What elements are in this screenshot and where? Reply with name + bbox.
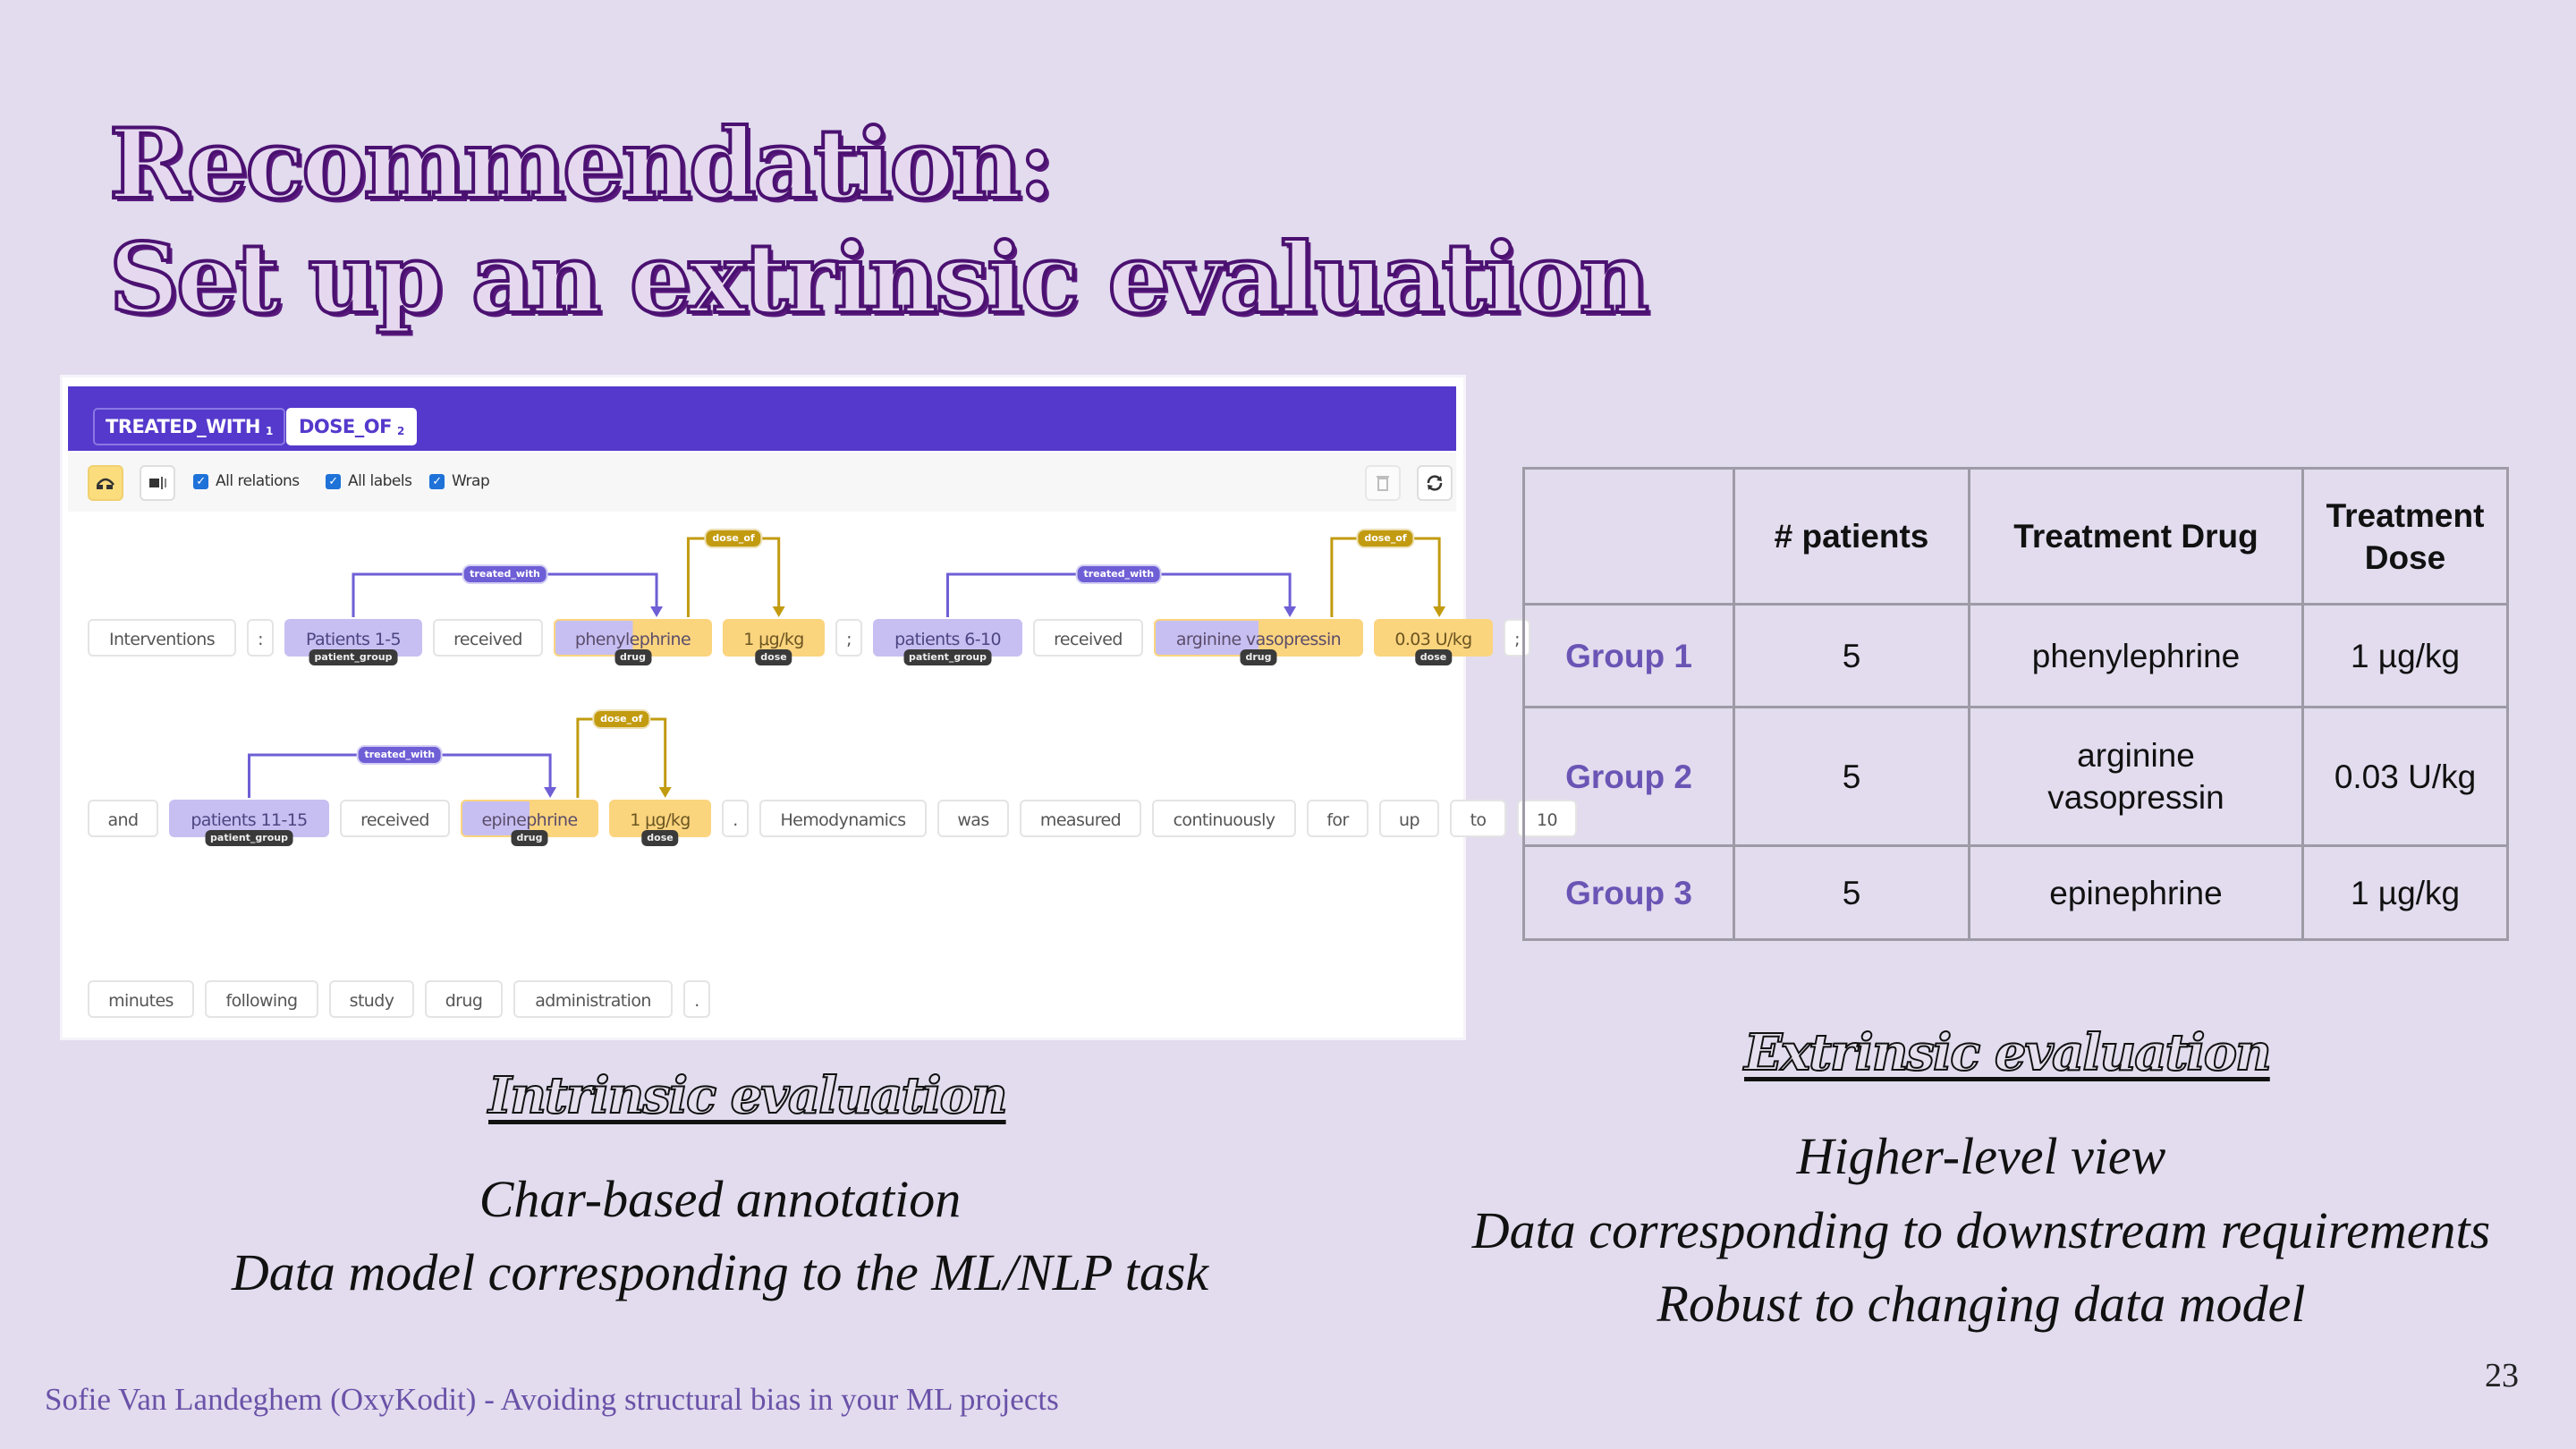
relation-label-dose-of[interactable]: dose_of xyxy=(592,709,651,729)
token[interactable]: received xyxy=(340,800,450,837)
token[interactable]: up xyxy=(1379,800,1439,837)
relation-mode-icon xyxy=(97,478,114,489)
token[interactable]: . xyxy=(722,800,749,837)
annotation-tool-screenshot: TREATED_WITH 1 DOSE_OF 2 ✓ All relations ✓ A… xyxy=(63,377,1577,1038)
entity-label-badge: dose xyxy=(1414,649,1453,665)
reset-button[interactable] xyxy=(1417,465,1453,501)
group-cell: Group 2 xyxy=(1522,706,1735,847)
token[interactable]: and xyxy=(88,800,158,837)
tab-dose-of[interactable]: DOSE_OF 2 xyxy=(286,408,417,445)
title-line-2: Set up an extrinsic evaluation xyxy=(107,221,1651,337)
trash-icon xyxy=(1377,476,1389,491)
extrinsic-point: Robust to changing data model xyxy=(1657,1275,2306,1333)
extrinsic-heading: Extrinsic evaluation xyxy=(1743,1022,2273,1083)
relation-label-dose-of[interactable]: dose_of xyxy=(1356,529,1415,548)
token[interactable]: received xyxy=(1033,619,1143,657)
drug-cell: arginine vasopressin xyxy=(1968,706,2304,847)
table-row: Group 2 5 arginine vasopressin 0.03 U/kg xyxy=(1522,706,2509,847)
relation-arc-dose-of[interactable] xyxy=(1330,537,1441,617)
relation-tab-bar: TREATED_WITH 1 DOSE_OF 2 xyxy=(68,386,1456,451)
patients-cell: 5 xyxy=(1733,706,1970,847)
token[interactable]: following xyxy=(205,980,318,1018)
header-patients: # patients xyxy=(1733,467,1970,606)
wrap-checkbox[interactable]: ✓ Wrap xyxy=(429,472,490,490)
token[interactable]: . xyxy=(683,980,710,1018)
token[interactable]: minutes xyxy=(88,980,194,1018)
table-row: Group 3 5 epinephrine 1 µg/kg xyxy=(1522,844,2509,941)
entity-label-badge: drug xyxy=(614,649,652,665)
group-cell: Group 1 xyxy=(1522,603,1735,708)
entity-label-badge: dose xyxy=(641,830,679,846)
patients-cell: 5 xyxy=(1733,844,1970,941)
token[interactable]: administration xyxy=(513,980,673,1018)
drug-cell: epinephrine xyxy=(1968,844,2304,941)
entity-label-badge: patient_group xyxy=(903,649,992,665)
token[interactable]: received xyxy=(433,619,543,657)
relation-label-treated-with[interactable]: treated_with xyxy=(462,564,548,584)
entity-label-badge: patient_group xyxy=(205,830,293,846)
entity-label-badge: drug xyxy=(1240,649,1277,665)
delete-button[interactable] xyxy=(1365,465,1401,501)
arrowhead-icon xyxy=(650,606,664,617)
table-header-row: # patients Treatment Drug Treatment Dose xyxy=(1522,467,2509,606)
token[interactable]: : xyxy=(247,619,274,657)
header-empty xyxy=(1522,467,1735,606)
arrowhead-icon xyxy=(544,787,557,798)
token[interactable]: to xyxy=(1450,800,1506,837)
checkbox-checked-icon: ✓ xyxy=(193,473,208,489)
arrowhead-icon xyxy=(772,606,785,617)
token[interactable]: ; xyxy=(835,619,862,657)
results-table: # patients Treatment Drug Treatment Dose… xyxy=(1522,467,2509,941)
extrinsic-point: Data corresponding to downstream require… xyxy=(1471,1201,2491,1259)
arrowhead-icon xyxy=(1433,606,1446,617)
refresh-icon xyxy=(1427,475,1443,491)
header-drug: Treatment Drug xyxy=(1968,467,2304,606)
patients-cell: 5 xyxy=(1733,603,1970,708)
entity-label-badge: patient_group xyxy=(309,649,398,665)
arrowhead-icon xyxy=(658,787,672,798)
token[interactable]: for xyxy=(1307,800,1368,837)
checkbox-checked-icon: ✓ xyxy=(326,473,341,489)
page-number: 23 xyxy=(2485,1357,2519,1394)
table-row: Group 1 5 phenylephrine 1 µg/kg xyxy=(1522,603,2509,708)
token[interactable]: continuously xyxy=(1152,800,1296,837)
checkbox-checked-icon: ✓ xyxy=(429,473,445,489)
relation-mode-button[interactable] xyxy=(88,465,123,501)
token[interactable]: Hemodynamics xyxy=(759,800,927,837)
token[interactable]: drug xyxy=(425,980,503,1018)
token[interactable]: study xyxy=(329,980,414,1018)
token[interactable]: measured xyxy=(1020,800,1141,837)
annotation-toolbar: ✓ All relations ✓ All labels ✓ Wrap xyxy=(68,453,1456,512)
dose-cell: 0.03 U/kg xyxy=(2301,706,2509,847)
relation-label-treated-with[interactable]: treated_with xyxy=(1075,564,1163,584)
intrinsic-heading: Intrinsic evaluation xyxy=(487,1065,1009,1126)
entity-label-badge: dose xyxy=(755,649,792,665)
extrinsic-point: Higher-level view xyxy=(1796,1127,2166,1185)
relation-arc-dose-of[interactable] xyxy=(686,537,781,617)
span-mode-icon xyxy=(149,477,166,489)
intrinsic-point: Char-based annotation xyxy=(479,1170,962,1228)
token[interactable]: Interventions xyxy=(88,619,236,657)
group-cell: Group 3 xyxy=(1522,844,1735,941)
relation-label-dose-of[interactable]: dose_of xyxy=(704,529,763,548)
drug-cell: phenylephrine xyxy=(1968,603,2304,708)
tab-treated-with[interactable]: TREATED_WITH 1 xyxy=(93,408,285,445)
span-mode-button[interactable] xyxy=(140,465,175,501)
relation-arc-dose-of[interactable] xyxy=(576,717,667,798)
title-line-1: Recommendation: xyxy=(107,106,1056,223)
slide-title: Recommendation: Set up an extrinsic eval… xyxy=(107,106,1651,337)
dose-cell: 1 µg/kg xyxy=(2301,844,2509,941)
slide-footer: Sofie Van Landeghem (OxyKodit) - Avoidin… xyxy=(45,1382,1059,1417)
arrowhead-icon xyxy=(1284,606,1297,617)
token[interactable]: was xyxy=(937,800,1009,837)
all-relations-checkbox[interactable]: ✓ All relations xyxy=(193,472,300,490)
dose-cell: 1 µg/kg xyxy=(2301,603,2509,708)
entity-label-badge: drug xyxy=(511,830,548,846)
all-labels-checkbox[interactable]: ✓ All labels xyxy=(326,472,412,490)
header-dose: Treatment Dose xyxy=(2301,467,2509,606)
intrinsic-point: Data model corresponding to the ML/NLP t… xyxy=(231,1243,1209,1301)
relation-label-treated-with[interactable]: treated_with xyxy=(356,745,444,765)
